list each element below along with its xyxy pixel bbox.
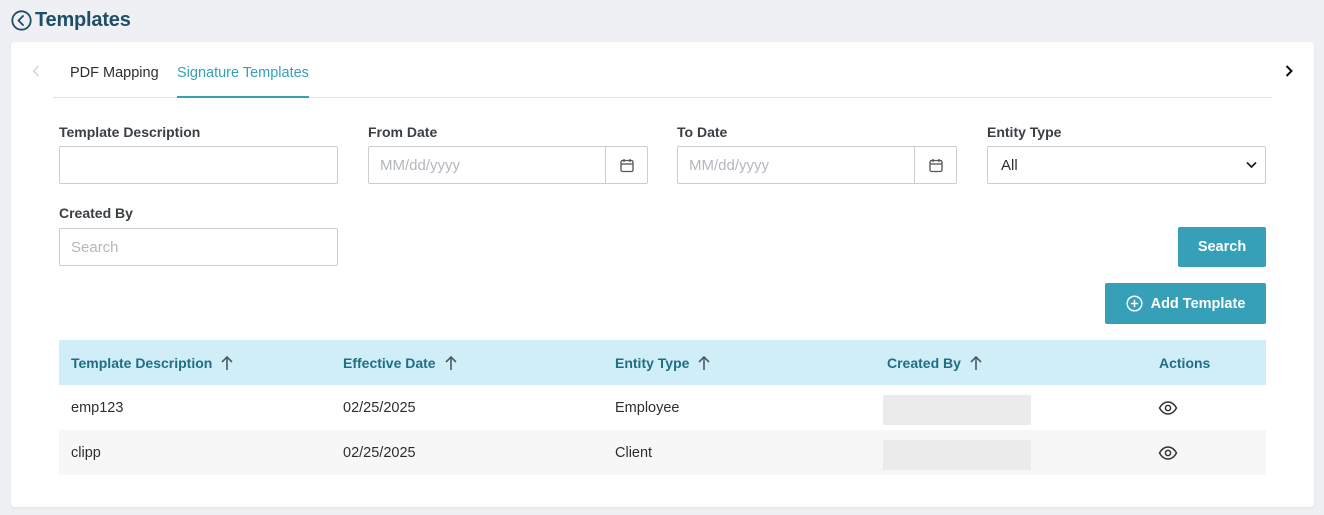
sort-arrow-up-icon[interactable]	[444, 355, 458, 371]
calendar-icon[interactable]	[914, 147, 956, 183]
column-header-label: Template Description	[71, 354, 213, 371]
cell-effective-date: 02/25/2025	[343, 399, 416, 416]
template-description-label: Template Description	[59, 124, 201, 140]
cell-created-by-redacted	[883, 440, 1031, 470]
column-header-entity-type[interactable]: Entity Type	[615, 340, 711, 385]
table-row: clipp 02/25/2025 Client	[59, 430, 1266, 475]
page-title: Templates	[35, 8, 131, 31]
from-date-field	[368, 146, 648, 184]
templates-card: PDF Mapping Signature Templates Template…	[11, 42, 1314, 507]
to-date-label: To Date	[677, 124, 728, 140]
created-by-label: Created By	[59, 205, 133, 221]
search-button[interactable]: Search	[1178, 227, 1266, 267]
column-header-effective-date[interactable]: Effective Date	[343, 340, 458, 385]
eye-icon[interactable]	[1158, 399, 1178, 417]
sort-arrow-up-icon[interactable]	[697, 355, 711, 371]
back-icon[interactable]	[11, 9, 32, 31]
plus-circle-icon	[1126, 295, 1143, 312]
cell-entity-type: Client	[615, 444, 653, 461]
entity-type-select[interactable]: All	[987, 146, 1266, 184]
tab-scroll-left-icon[interactable]	[29, 63, 43, 79]
cell-effective-date: 02/25/2025	[343, 444, 416, 461]
column-header-label: Created By	[887, 354, 961, 371]
table-row: emp123 02/25/2025 Employee	[59, 385, 1266, 430]
cell-template-description: emp123	[71, 399, 124, 416]
column-header-label: Entity Type	[615, 354, 690, 371]
chevron-down-icon	[1246, 156, 1257, 174]
add-template-button[interactable]: Add Template	[1105, 283, 1266, 324]
column-header-actions: Actions	[1159, 354, 1211, 371]
calendar-icon[interactable]	[605, 147, 647, 183]
eye-icon[interactable]	[1158, 444, 1178, 462]
column-header-created-by[interactable]: Created By	[887, 340, 983, 385]
templates-table: Template Description Effective Date Enti…	[59, 340, 1266, 475]
tab-bar: PDF Mapping Signature Templates	[53, 57, 1272, 98]
column-header-template-description[interactable]: Template Description	[71, 340, 234, 385]
entity-type-selected-value: All	[1001, 156, 1018, 174]
sort-arrow-up-icon[interactable]	[969, 355, 983, 371]
table-header: Template Description Effective Date Enti…	[59, 340, 1266, 385]
tab-scroll-right-icon[interactable]	[1282, 63, 1296, 79]
tab-signature-templates[interactable]: Signature Templates	[177, 65, 309, 98]
entity-type-label: Entity Type	[987, 124, 1062, 140]
from-date-label: From Date	[368, 124, 438, 140]
created-by-search-input[interactable]	[59, 228, 338, 266]
cell-created-by-redacted	[883, 395, 1031, 425]
sort-arrow-up-icon[interactable]	[220, 355, 234, 371]
template-description-input[interactable]	[59, 146, 338, 184]
to-date-input[interactable]	[678, 147, 914, 183]
page-header: Templates	[11, 8, 131, 32]
from-date-input[interactable]	[369, 147, 605, 183]
cell-entity-type: Employee	[615, 399, 680, 416]
to-date-field	[677, 146, 957, 184]
tab-pdf-mapping[interactable]: PDF Mapping	[70, 65, 159, 98]
cell-template-description: clipp	[71, 444, 101, 461]
add-template-label: Add Template	[1150, 295, 1246, 312]
column-header-label: Effective Date	[343, 354, 436, 371]
